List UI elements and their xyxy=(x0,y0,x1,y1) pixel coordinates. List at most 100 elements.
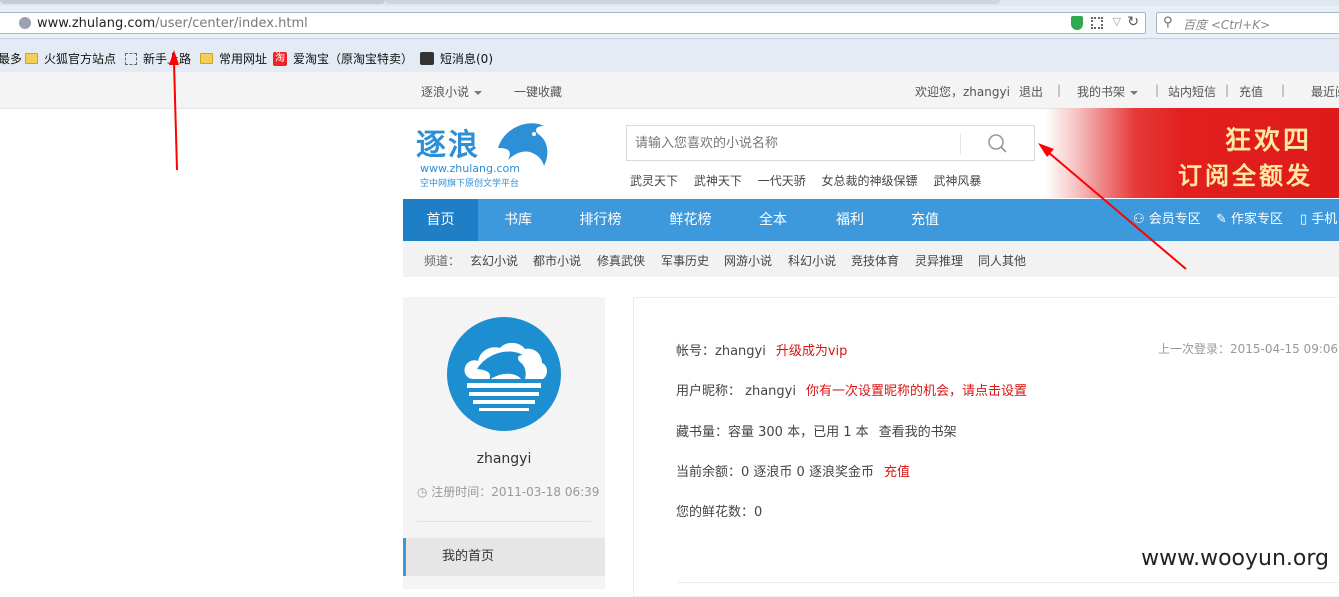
bookmark-most-visited[interactable]: 最多 xyxy=(0,50,22,67)
browser-tab[interactable] xyxy=(0,0,385,4)
channel-link[interactable]: 竞技体育 xyxy=(851,252,899,269)
site-menu-dropdown[interactable]: 逐浪小说 xyxy=(421,83,483,100)
balance-label: 当前余额：0 逐浪币 0 逐浪奖金币 xyxy=(676,465,874,480)
avatar[interactable] xyxy=(447,317,561,431)
sidebar-item-my-home[interactable]: 我的首页 xyxy=(403,538,605,576)
flowers-count: 您的鲜花数：0 xyxy=(676,505,763,520)
phone-icon: ▯ xyxy=(1300,212,1312,227)
bookmark-common-sites[interactable]: 常用网址 xyxy=(200,50,267,67)
separator: | xyxy=(1155,83,1160,97)
logo-url: www.zhulang.com xyxy=(420,162,520,175)
edit-icon: ✎ xyxy=(1216,212,1232,227)
topbar-recharge-link[interactable]: 充值 xyxy=(1239,83,1263,100)
profile-sidebar: zhangyi ◷ 注册时间：2011-03-18 06:39 我的首页 xyxy=(403,297,605,589)
hot-tag[interactable]: 女总裁的神级保镖 xyxy=(822,174,918,188)
channel-link[interactable]: 科幻小说 xyxy=(788,252,836,269)
nickname-row: 用户昵称： zhangyi 你有一次设置昵称的机会，请点击设置 xyxy=(676,380,1027,399)
logo-slogan: 空中网旗下原创文学平台 xyxy=(420,179,520,189)
page-icon xyxy=(125,52,137,65)
address-text[interactable]: www.zhulang.com/user/center/index.html xyxy=(37,16,308,31)
account-row: 帐号：zhangyi 升级成为vip xyxy=(676,340,847,359)
dropdown-arrow-icon[interactable]: ▽ xyxy=(1113,15,1121,28)
bookmark-aitaobao[interactable]: 淘爱淘宝（原淘宝特卖） xyxy=(273,50,413,67)
search-icon xyxy=(988,134,1007,153)
upgrade-vip-link[interactable]: 升级成为vip xyxy=(776,344,848,359)
set-nickname-link[interactable]: 你有一次设置昵称的机会，请点击设置 xyxy=(806,384,1027,399)
channel-link[interactable]: 玄幻小说 xyxy=(470,252,518,269)
hot-tag[interactable]: 武神风暴 xyxy=(933,174,981,188)
recent-reading-link[interactable]: 最近阅 xyxy=(1311,83,1339,100)
hot-tag[interactable]: 武神天下 xyxy=(694,174,742,188)
bookmark-getting-started[interactable]: 新手上路 xyxy=(125,50,191,67)
browser-search-box[interactable]: ⚲ 百度 <Ctrl+K> xyxy=(1156,12,1339,34)
my-shelf-dropdown[interactable]: 我的书架 xyxy=(1077,83,1139,100)
divider xyxy=(678,582,1339,583)
shield-icon[interactable] xyxy=(1071,16,1083,30)
channel-link[interactable]: 修真武侠 xyxy=(597,252,645,269)
clock-icon: ◷ xyxy=(417,485,432,499)
url-host: www.zhulang.com xyxy=(37,16,156,31)
registration-time: ◷ 注册时间：2011-03-18 06:39 xyxy=(417,485,600,499)
qr-code-icon[interactable] xyxy=(1091,17,1103,29)
reload-icon[interactable]: ↻ xyxy=(1127,14,1139,30)
inbox-link[interactable]: 站内短信 xyxy=(1168,83,1216,100)
promo-line-1: 狂欢四 xyxy=(1225,126,1313,156)
bookmark-messages[interactable]: 短消息(0) xyxy=(420,50,493,67)
channel-link[interactable]: 灵异推理 xyxy=(915,252,963,269)
member-zone-link[interactable]: ⚇ 会员专区 xyxy=(1133,199,1201,241)
watermark: www.wooyun.org xyxy=(1141,546,1329,571)
browser-search-placeholder: 百度 <Ctrl+K> xyxy=(1183,18,1271,32)
search-button[interactable] xyxy=(961,126,1034,160)
nav-flower-rankings[interactable]: 鲜花榜 xyxy=(653,199,728,241)
bookmarks-toolbar: 最多 火狐官方站点 新手上路 常用网址 淘爱淘宝（原淘宝特卖） 短消息(0) xyxy=(0,39,1339,73)
account-label: 帐号：zhangyi xyxy=(676,344,766,359)
add-favorite-link[interactable]: 一键收藏 xyxy=(514,83,562,100)
profile-username: zhangyi xyxy=(476,451,532,467)
promo-line-2: 订阅全额发 xyxy=(1178,161,1313,190)
promo-banner[interactable]: 狂欢四 订阅全额发 xyxy=(1045,108,1339,198)
browser-toolbar: www.zhulang.com/user/center/index.html ▽… xyxy=(0,6,1339,39)
taobao-icon: 淘 xyxy=(273,51,287,66)
nav-rankings[interactable]: 排行榜 xyxy=(563,199,638,241)
nav-completed[interactable]: 全本 xyxy=(738,199,808,241)
channel-link[interactable]: 同人其他 xyxy=(978,252,1026,269)
last-login-time: 上一次登录：2015-04-15 09:06:1 xyxy=(1158,342,1339,356)
site-top-bar: 逐浪小说 一键收藏 欢迎您，zhangyi 退出 | 我的书架 | 站内短信 |… xyxy=(0,72,1339,109)
logo-title: 逐浪 xyxy=(416,128,480,163)
browser-tab-active[interactable] xyxy=(385,0,1000,4)
folder-icon xyxy=(200,53,213,64)
logout-link[interactable]: 退出 xyxy=(1019,83,1043,100)
view-shelf-link[interactable]: 查看我的书架 xyxy=(879,425,957,440)
hot-tag[interactable]: 一代天骄 xyxy=(758,174,806,188)
hot-search-tags: 武灵天下 武神天下 一代天骄 女总裁的神级保镖 武神风暴 xyxy=(630,172,993,189)
novel-search-input[interactable] xyxy=(627,126,973,160)
nav-welfare[interactable]: 福利 xyxy=(815,199,885,241)
balance-row: 当前余额：0 逐浪币 0 逐浪奖金币 充值 xyxy=(676,461,910,480)
separator: | xyxy=(1281,83,1286,97)
site-logo[interactable]: 逐浪 www.zhulang.com 空中网旗下原创文学平台 xyxy=(416,118,556,193)
separator: | xyxy=(1225,83,1230,97)
channel-bar: 频道： 玄幻小说 都市小说 修真武侠 军事历史 网游小说 科幻小说 竞技体育 灵… xyxy=(403,241,1339,277)
mobile-link[interactable]: ▯ 手机 xyxy=(1300,199,1337,241)
message-icon xyxy=(420,52,434,65)
folder-icon xyxy=(25,53,38,64)
search-icon: ⚲ xyxy=(1163,15,1173,30)
author-zone-link[interactable]: ✎ 作家专区 xyxy=(1216,199,1283,241)
globe-icon xyxy=(19,17,31,29)
nav-home[interactable]: 首页 xyxy=(403,199,478,241)
nickname-label: 用户昵称： zhangyi xyxy=(676,384,796,399)
channel-link[interactable]: 都市小说 xyxy=(533,252,581,269)
balance-recharge-link[interactable]: 充值 xyxy=(884,465,910,480)
nav-library[interactable]: 书库 xyxy=(483,199,553,241)
channel-link[interactable]: 军事历史 xyxy=(661,252,709,269)
channel-link[interactable]: 网游小说 xyxy=(724,252,772,269)
nav-recharge[interactable]: 充值 xyxy=(890,199,960,241)
shelf-capacity: 藏书量：容量 300 本，已用 1 本 xyxy=(676,425,869,440)
url-path: /user/center/index.html xyxy=(155,16,308,31)
bookmark-firefox-site[interactable]: 火狐官方站点 xyxy=(25,50,116,67)
hot-tag[interactable]: 武灵天下 xyxy=(630,174,678,188)
user-icon: ⚇ xyxy=(1133,212,1149,227)
welcome-text: 欢迎您，zhangyi xyxy=(915,85,1010,99)
address-bar[interactable]: www.zhulang.com/user/center/index.html ▽… xyxy=(0,12,1146,34)
separator: | xyxy=(1057,83,1062,97)
